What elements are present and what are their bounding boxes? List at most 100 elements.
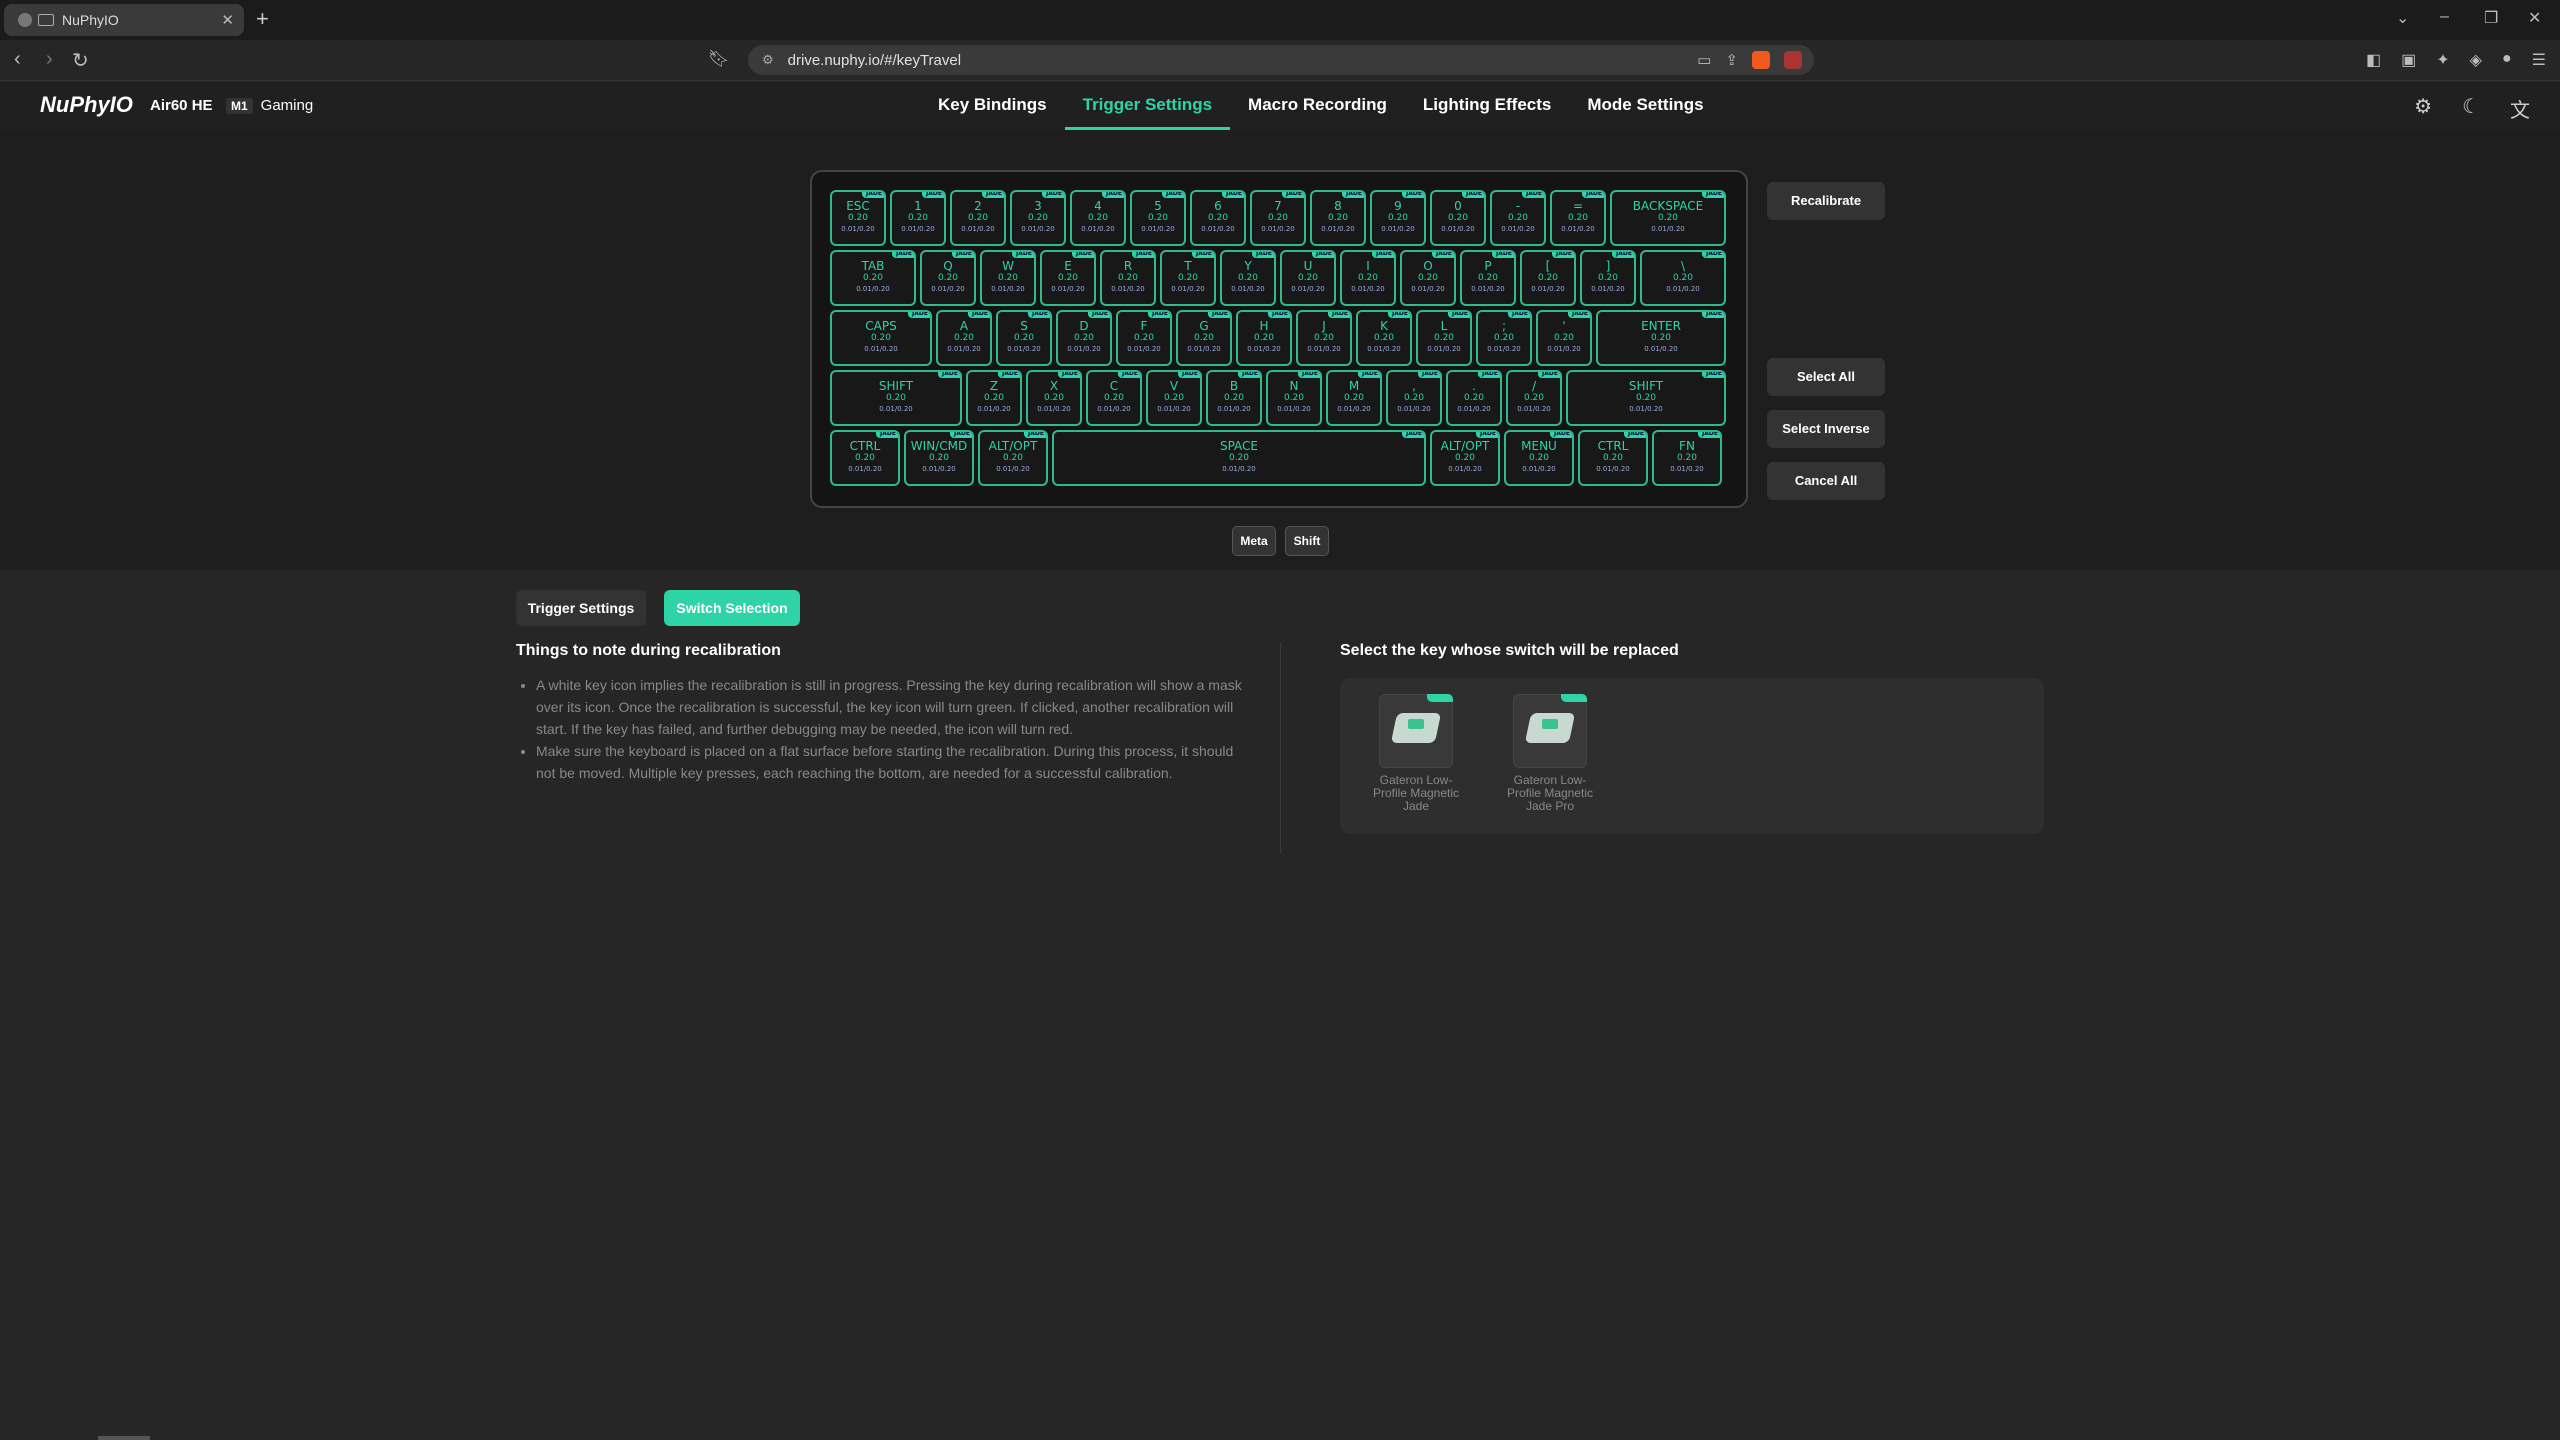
tab-macro-recording[interactable]: Macro Recording [1230, 82, 1405, 130]
key-tab[interactable]: JADE TAB 0.20 0.01/0.20 [830, 250, 916, 306]
recalibrate-button[interactable]: Recalibrate [1767, 182, 1885, 220]
key-8[interactable]: JADE 8 0.20 0.01/0.20 [1310, 190, 1366, 246]
key-shift[interactable]: JADE SHIFT 0.20 0.01/0.20 [1566, 370, 1726, 426]
key-g[interactable]: JADE G 0.20 0.01/0.20 [1176, 310, 1232, 366]
key-9[interactable]: JADE 9 0.20 0.01/0.20 [1370, 190, 1426, 246]
key-a[interactable]: JADE A 0.20 0.01/0.20 [936, 310, 992, 366]
key-d[interactable]: JADE D 0.20 0.01/0.20 [1056, 310, 1112, 366]
forward-icon[interactable]: › [46, 48, 53, 71]
close-tab-icon[interactable]: ✕ [221, 11, 234, 29]
back-icon[interactable]: ‹ [14, 48, 21, 71]
key-wincmd[interactable]: JADE WIN/CMD 0.20 0.01/0.20 [904, 430, 974, 486]
key-j[interactable]: JADE J 0.20 0.01/0.20 [1296, 310, 1352, 366]
key-symbol[interactable]: JADE = 0.20 0.01/0.20 [1550, 190, 1606, 246]
key-enter[interactable]: JADE ENTER 0.20 0.01/0.20 [1596, 310, 1726, 366]
key-space[interactable]: JADE SPACE 0.20 0.01/0.20 [1052, 430, 1426, 486]
reload-icon[interactable]: ↻ [72, 48, 89, 73]
key-fn[interactable]: JADE FN 0.20 0.01/0.20 [1652, 430, 1722, 486]
site-settings-icon[interactable]: ⚙ [762, 52, 774, 68]
select-inverse-button[interactable]: Select Inverse [1767, 410, 1885, 448]
key-4[interactable]: JADE 4 0.20 0.01/0.20 [1070, 190, 1126, 246]
key-c[interactable]: JADE C 0.20 0.01/0.20 [1086, 370, 1142, 426]
key-7[interactable]: JADE 7 0.20 0.01/0.20 [1250, 190, 1306, 246]
device-model[interactable]: Air60 HE [150, 97, 213, 114]
key-h[interactable]: JADE H 0.20 0.01/0.20 [1236, 310, 1292, 366]
shift-button[interactable]: Shift [1285, 526, 1329, 556]
restore-icon[interactable]: ❐ [2484, 8, 2498, 28]
key-f[interactable]: JADE F 0.20 0.01/0.20 [1116, 310, 1172, 366]
brave-shields-icon[interactable] [1752, 51, 1770, 69]
key-x[interactable]: JADE X 0.20 0.01/0.20 [1026, 370, 1082, 426]
tab-trigger-settings[interactable]: Trigger Settings [516, 590, 646, 626]
device-mode[interactable]: M1 Gaming [226, 97, 313, 114]
key-o[interactable]: JADE O 0.20 0.01/0.20 [1400, 250, 1456, 306]
key-esc[interactable]: JADE ESC 0.20 0.01/0.20 [830, 190, 886, 246]
url-field[interactable]: ⚙ drive.nuphy.io/#/keyTravel ▭ ⇪ [748, 45, 1814, 75]
key-i[interactable]: JADE I 0.20 0.01/0.20 [1340, 250, 1396, 306]
switch-option-jade-pro[interactable]: Gateron Low-Profile Magnetic Jade Pro [1504, 694, 1596, 813]
close-window-icon[interactable]: ✕ [2528, 8, 2541, 28]
menu-icon[interactable]: ☰ [2532, 50, 2546, 70]
key-k[interactable]: JADE K 0.20 0.01/0.20 [1356, 310, 1412, 366]
key-p[interactable]: JADE P 0.20 0.01/0.20 [1460, 250, 1516, 306]
key-altopt[interactable]: JADE ALT/OPT 0.20 0.01/0.20 [978, 430, 1048, 486]
brave-rewards-icon[interactable] [1784, 51, 1802, 69]
share-icon[interactable]: ⇪ [1725, 51, 1738, 69]
tab-switch-selection[interactable]: Switch Selection [664, 590, 800, 626]
key-q[interactable]: JADE Q 0.20 0.01/0.20 [920, 250, 976, 306]
key-altopt[interactable]: JADE ALT/OPT 0.20 0.01/0.20 [1430, 430, 1500, 486]
key-u[interactable]: JADE U 0.20 0.01/0.20 [1280, 250, 1336, 306]
meta-button[interactable]: Meta [1232, 526, 1276, 556]
tab-key-bindings[interactable]: Key Bindings [920, 82, 1065, 130]
sidebar-icon[interactable]: ◧ [2366, 50, 2381, 70]
key-5[interactable]: JADE 5 0.20 0.01/0.20 [1130, 190, 1186, 246]
key-symbol[interactable]: JADE/0.20 0.01/0.20 [1506, 370, 1562, 426]
key-symbol[interactable]: JADE \ 0.20 0.01/0.20 [1640, 250, 1726, 306]
key-symbol[interactable]: JADE; 0.20 0.01/0.20 [1476, 310, 1532, 366]
profile-icon[interactable]: ● [2502, 50, 2512, 70]
key-e[interactable]: JADE E 0.20 0.01/0.20 [1040, 250, 1096, 306]
key-n[interactable]: JADE N 0.20 0.01/0.20 [1266, 370, 1322, 426]
key-0[interactable]: JADE 0 0.20 0.01/0.20 [1430, 190, 1486, 246]
key-menu[interactable]: JADE MENU 0.20 0.01/0.20 [1504, 430, 1574, 486]
key-z[interactable]: JADE Z 0.20 0.01/0.20 [966, 370, 1022, 426]
language-icon[interactable]: 文 [2510, 94, 2530, 123]
dark-mode-icon[interactable]: ☾ [2462, 94, 2480, 123]
key-symbol[interactable]: JADE, 0.20 0.01/0.20 [1386, 370, 1442, 426]
key-caps[interactable]: JADE CAPS 0.20 0.01/0.20 [830, 310, 932, 366]
key-1[interactable]: JADE 1 0.20 0.01/0.20 [890, 190, 946, 246]
key-shift[interactable]: JADE SHIFT 0.20 0.01/0.20 [830, 370, 962, 426]
key-6[interactable]: JADE 6 0.20 0.01/0.20 [1190, 190, 1246, 246]
key-y[interactable]: JADE Y 0.20 0.01/0.20 [1220, 250, 1276, 306]
tab-lighting-effects[interactable]: Lighting Effects [1405, 82, 1569, 130]
cancel-all-button[interactable]: Cancel All [1767, 462, 1885, 500]
key-symbol[interactable]: JADE ' 0.20 0.01/0.20 [1536, 310, 1592, 366]
vpn-icon[interactable]: ◈ [2470, 50, 2482, 70]
key-t[interactable]: JADE T 0.20 0.01/0.20 [1160, 250, 1216, 306]
minimize-icon[interactable]: – [2440, 8, 2449, 26]
new-tab-icon[interactable]: + [256, 6, 269, 32]
settings-icon[interactable]: ⚙ [2414, 94, 2432, 123]
key-s[interactable]: JADE S 0.20 0.01/0.20 [996, 310, 1052, 366]
key-b[interactable]: JADE B 0.20 0.01/0.20 [1206, 370, 1262, 426]
key-ctrl[interactable]: JADE CTRL 0.20 0.01/0.20 [830, 430, 900, 486]
key-symbol[interactable]: JADE. 0.20 0.01/0.20 [1446, 370, 1502, 426]
tab-trigger-settings[interactable]: Trigger Settings [1064, 82, 1231, 130]
key-r[interactable]: JADE R 0.20 0.01/0.20 [1100, 250, 1156, 306]
key-w[interactable]: JADE W 0.20 0.01/0.20 [980, 250, 1036, 306]
key-2[interactable]: JADE 2 0.20 0.01/0.20 [950, 190, 1006, 246]
key-backspace[interactable]: JADE BACKSPACE 0.20 0.01/0.20 [1610, 190, 1726, 246]
key-l[interactable]: JADE L 0.20 0.01/0.20 [1416, 310, 1472, 366]
key-symbol[interactable]: JADE[0.20 0.01/0.20 [1520, 250, 1576, 306]
key-v[interactable]: JADE V 0.20 0.01/0.20 [1146, 370, 1202, 426]
leo-ai-icon[interactable]: ✦ [2436, 50, 2449, 70]
key-symbol[interactable]: JADE] 0.20 0.01/0.20 [1580, 250, 1636, 306]
browser-tab[interactable]: NuPhyIO ✕ [4, 4, 244, 36]
key-symbol[interactable]: JADE -0.20 0.01/0.20 [1490, 190, 1546, 246]
tab-mode-settings[interactable]: Mode Settings [1569, 82, 1721, 130]
key-3[interactable]: JADE 3 0.20 0.01/0.20 [1010, 190, 1066, 246]
tab-search-icon[interactable]: ⌄ [2396, 8, 2409, 28]
bookmark-icon[interactable]: 🔖︎ [708, 49, 730, 69]
key-ctrl[interactable]: JADE CTRL 0.20 0.01/0.20 [1578, 430, 1648, 486]
key-m[interactable]: JADE M 0.20 0.01/0.20 [1326, 370, 1382, 426]
